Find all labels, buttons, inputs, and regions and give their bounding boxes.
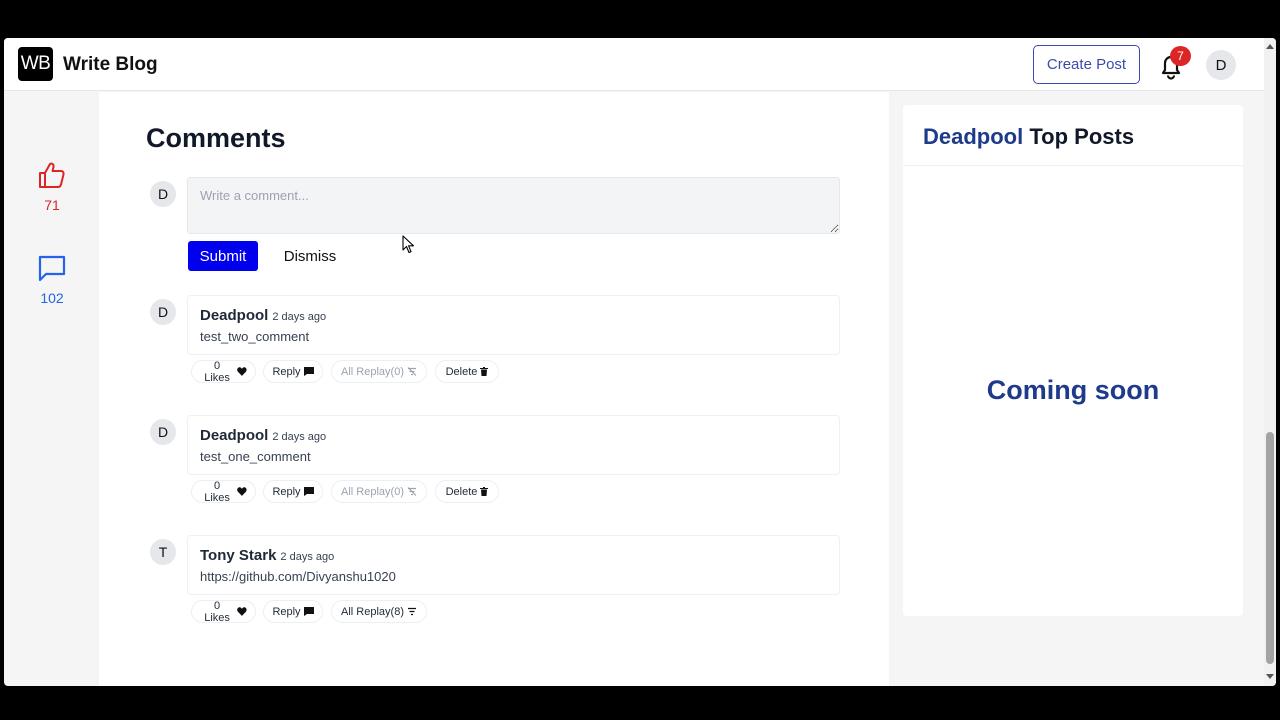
comment-text: https://github.com/Divyanshu1020 [200, 569, 396, 584]
browser-window: WB Write Blog Create Post 7 D 71 102 Com… [4, 38, 1276, 686]
submit-button[interactable]: Submit [188, 241, 258, 271]
avatar: D [150, 181, 176, 207]
notification-badge[interactable]: 7 [1170, 46, 1191, 66]
comment-author[interactable]: Tony Stark 2 days ago [200, 547, 334, 564]
create-post-button[interactable]: Create Post [1033, 45, 1140, 84]
chat-bubble-icon[interactable] [37, 253, 67, 288]
comment-time: 2 days ago [280, 551, 335, 563]
message-icon [303, 607, 314, 616]
avatar: T [150, 539, 176, 565]
delete-button[interactable]: Delete [435, 360, 499, 383]
thumbs-up-icon[interactable] [37, 160, 67, 195]
top-posts-title: Deadpool Top Posts [923, 124, 1135, 149]
coming-soon-text: Coming soon [986, 375, 1160, 405]
avatar: D [150, 419, 176, 445]
mouse-cursor-icon [402, 235, 415, 259]
top-posts-header: Deadpool Top Posts [903, 105, 1243, 166]
like-button[interactable]: 0 Likes [191, 480, 256, 504]
like-count: 71 [44, 197, 60, 213]
heart-icon [237, 607, 247, 616]
like-reaction[interactable]: 71 [27, 160, 77, 213]
comment-text: test_two_comment [200, 329, 310, 344]
all-replay-button[interactable]: All Replay(8) [331, 600, 427, 623]
comment-input[interactable] [187, 177, 840, 234]
delete-button[interactable]: Delete [435, 480, 499, 503]
dismiss-button[interactable]: Dismiss [275, 241, 345, 271]
reply-button[interactable]: Reply [263, 360, 323, 383]
reply-button[interactable]: Reply [263, 480, 323, 503]
scroll-up-arrow-icon[interactable] [1266, 44, 1274, 49]
comments-section: Comments D Submit Dismiss D Deadpool2 da… [99, 92, 889, 686]
comment-time: 2 days ago [272, 311, 327, 323]
logo[interactable]: WB [18, 47, 53, 81]
filter-off-icon [407, 367, 417, 376]
top-posts-panel: Deadpool Top Posts Coming soon [903, 105, 1243, 616]
comment-card: Tony Stark 2 days ago https://github.com/… [187, 535, 840, 595]
comment-author[interactable]: Deadpool 2 days ago [200, 427, 326, 444]
comment-card: Deadpool 2 days ago test_two_comment [187, 295, 840, 355]
brand-name[interactable]: Write Blog [63, 54, 158, 76]
like-button[interactable]: 0 Likes [191, 600, 256, 624]
comment-time: 2 days ago [272, 431, 327, 443]
comment-reaction[interactable]: 102 [27, 253, 77, 306]
trash-icon [480, 487, 489, 496]
filter-icon [407, 607, 416, 616]
avatar: D [150, 299, 176, 325]
message-icon [303, 367, 314, 376]
comment-count: 102 [40, 290, 64, 306]
comment-text: test_one_comment [200, 449, 311, 464]
comment-card: Deadpool 2 days ago test_one_comment [187, 415, 840, 475]
trash-icon [480, 367, 489, 376]
scrollbar[interactable] [1264, 38, 1276, 686]
filter-off-icon [407, 487, 417, 496]
scroll-down-arrow-icon[interactable] [1266, 674, 1274, 679]
comment-author[interactable]: Deadpool 2 days ago [200, 307, 326, 324]
reply-button[interactable]: Reply [263, 600, 323, 623]
all-replay-button[interactable]: All Replay(0) [331, 480, 427, 503]
like-button[interactable]: 0 Likes [191, 360, 256, 384]
user-avatar[interactable]: D [1206, 50, 1236, 80]
comments-title: Comments [146, 123, 286, 153]
message-icon [303, 487, 314, 496]
heart-icon [237, 367, 247, 376]
heart-icon [237, 487, 247, 496]
navbar: WB Write Blog Create Post 7 D [4, 38, 1264, 91]
scroll-thumb[interactable] [1266, 432, 1274, 664]
all-replay-button[interactable]: All Replay(0) [331, 360, 427, 383]
